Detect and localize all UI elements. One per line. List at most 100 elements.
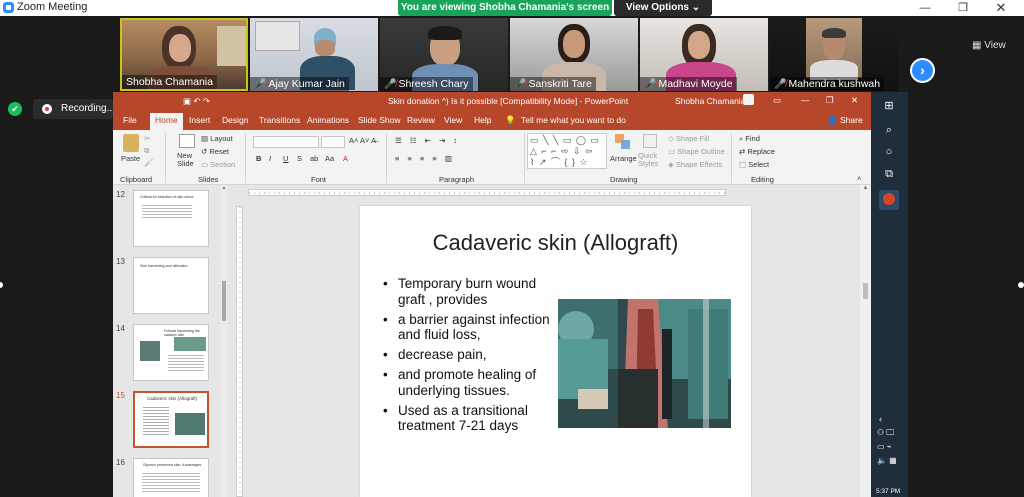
powerpoint-taskbar-icon[interactable] (879, 190, 899, 210)
thumbnail-text-lines (143, 407, 169, 437)
ppt-title-bar: ▣ ↶ ↷ Skin donation ^) Is it possible [C… (113, 92, 871, 110)
copy-icon[interactable]: ⧉ (144, 146, 149, 156)
italic-button[interactable]: I (269, 154, 271, 163)
participant-tile[interactable]: 🎤̸ Sanskriti Tare (510, 18, 638, 91)
font-name-input[interactable] (253, 136, 319, 148)
slide-bullet-list[interactable]: Temporary burn wound graft , provides a … (381, 276, 561, 438)
task-view-icon[interactable]: ⧉ (881, 166, 897, 182)
quick-styles-button[interactable]: Quick Styles (638, 152, 664, 168)
font-color-button[interactable]: A (343, 154, 348, 163)
participant-tile[interactable]: Shobha Chamania (120, 18, 248, 91)
system-tray: ‹ ⚇ 🖵 ▭ ⌁ 🔈 ▦ 5:37 PM (871, 412, 908, 497)
slide-thumbnail[interactable]: Glycerol preserved skin: Advantages (133, 458, 209, 497)
shapes-gallery[interactable]: ▭ ╲ ╲ ▭ ◯ ▭ △ ⌐ ⌐ ⇨ ⇩ ⇦ ⌇ ↗ ⌒ { } ☆ (527, 133, 607, 169)
select-button[interactable]: ⬚ Select (739, 160, 769, 169)
font-size-icons[interactable]: A˄ A˅ A̶ (349, 136, 376, 145)
replace-button[interactable]: ⇄ Replace (739, 147, 775, 156)
current-slide[interactable]: Cadaveric skin (Allograft) Temporary bur… (360, 206, 751, 497)
slide-thumbnail[interactable]: Criteria for selection of skin donor (133, 190, 209, 247)
user-name[interactable]: Shobha Chamania (675, 96, 745, 106)
tab-design[interactable]: Design (222, 115, 248, 125)
strikethrough-button[interactable]: S (297, 154, 302, 163)
participant-tile[interactable]: 🎤̸ Shreesh Chary (380, 18, 508, 91)
tab-transitions[interactable]: Transitions (259, 115, 300, 125)
ruler-ticks (249, 192, 727, 194)
close-icon[interactable]: ✕ (851, 95, 858, 106)
thumbnail-scroll-thumb[interactable] (222, 281, 226, 321)
maximize-button[interactable]: ❐ (948, 0, 978, 16)
collapse-ribbon-icon[interactable]: ˄ (857, 174, 861, 183)
next-page-icon[interactable]: › (910, 58, 935, 83)
ribbon-display-icon[interactable]: ▭ (773, 95, 781, 106)
minimize-button[interactable]: — (910, 0, 940, 16)
battery-icon[interactable]: ▭ ⌁ (877, 442, 892, 451)
surgery-photo[interactable] (558, 299, 731, 428)
change-case-button[interactable]: Aa (325, 154, 334, 163)
cut-icon[interactable]: ✂ (144, 134, 150, 143)
char-spacing-button[interactable]: ab (310, 154, 318, 163)
slide-thumbnail-selected[interactable]: Cadaveric skin (Allograft) (133, 391, 209, 448)
participant-tile[interactable]: 🎤̸ Mahendra kushwah (770, 18, 898, 91)
new-slide-button[interactable]: New Slide (177, 152, 199, 168)
tab-help[interactable]: Help (474, 115, 491, 125)
slide-title[interactable]: Cadaveric skin (Allograft) (360, 230, 751, 256)
share-button[interactable]: Share (840, 115, 863, 125)
section-button[interactable]: ▭ Section (201, 160, 235, 169)
close-button[interactable]: ✕ (986, 0, 1016, 16)
format-painter-icon[interactable]: 🖌 (144, 158, 154, 167)
shape-effects-button[interactable]: ◈ Shape Effects (668, 160, 722, 169)
layout-button[interactable]: ▤ Layout (201, 134, 233, 143)
tab-insert[interactable]: Insert (189, 115, 210, 125)
recording-label: Recording... (61, 103, 115, 114)
clock-time[interactable]: 5:37 PM (876, 488, 900, 495)
tab-view[interactable]: View (444, 115, 462, 125)
paste-button[interactable]: Paste (121, 154, 140, 163)
security-shield-icon[interactable]: ✔ (8, 102, 22, 116)
tab-home[interactable]: Home (150, 113, 183, 130)
underline-button[interactable]: U (283, 154, 288, 163)
font-size-input[interactable] (321, 136, 345, 148)
record-dot-icon (42, 104, 52, 114)
restore-icon[interactable]: ❐ (826, 95, 834, 106)
tab-slide-show[interactable]: Slide Show (358, 115, 401, 125)
list-buttons[interactable]: ☰ ☷ ⇤ ⇥ ↕ (395, 136, 460, 145)
window-edge-handle[interactable] (0, 282, 3, 288)
windows-start-icon[interactable]: ⊞ (881, 98, 897, 114)
cortana-icon[interactable]: ○ (881, 144, 897, 160)
arrange-icon (615, 134, 631, 150)
participant-tile[interactable]: 🎤̸ Ajay Kumar Jain (250, 18, 378, 91)
tab-file[interactable]: File (123, 115, 137, 125)
scroll-up-icon[interactable]: ▲ (860, 185, 871, 191)
participant-tile[interactable]: 🎤̸ Madhavi Moyde (640, 18, 768, 91)
network-icon[interactable]: ⚇ 🖵 (877, 428, 894, 438)
window-edge-handle[interactable] (1018, 282, 1024, 288)
arrange-button[interactable]: Arrange (610, 154, 637, 163)
save-icon[interactable]: ▣ ↶ ↷ (183, 96, 210, 107)
shape-outline-button[interactable]: ▭ Shape Outline (668, 147, 725, 156)
volume-icon[interactable]: 🔈 ▦ (877, 456, 897, 465)
thumbnail-title: Cadaveric skin (Allograft) (146, 396, 198, 401)
tab-animations[interactable]: Animations (307, 115, 349, 125)
tell-me-search[interactable]: Tell me what you want to do (521, 115, 626, 125)
slide-thumbnail[interactable]: Skin harvesting and utilization (133, 257, 209, 314)
quick-styles-icon (643, 134, 657, 148)
participant-name: 🎤̸ Shreesh Chary (380, 77, 473, 91)
align-buttons[interactable]: ≡ ≡ ≡ ≡ ▥ (395, 154, 455, 163)
shape-fill-button[interactable]: ◇ Shape Fill (668, 134, 709, 143)
slide-scroll-thumb[interactable] (863, 283, 868, 299)
search-icon[interactable]: ⌕ (881, 122, 897, 138)
slide-thumbnail[interactable]: Follows harvesting the cadaver skin (133, 324, 209, 381)
bullet-item: decrease pain, (381, 347, 561, 363)
view-layout-button[interactable]: ▦ View (972, 40, 1006, 51)
bullet-item: and promote healing of underlying tissue… (381, 367, 561, 399)
slide-scrollbar[interactable]: ▲ (860, 185, 871, 497)
avatar[interactable] (743, 94, 754, 105)
find-button[interactable]: ⌕ Find (739, 134, 760, 144)
chevron-left-icon[interactable]: ‹ (879, 414, 882, 424)
replace-icon: ⇄ (739, 147, 746, 156)
reset-button[interactable]: ↺ Reset (201, 147, 229, 156)
bold-button[interactable]: B (256, 154, 261, 163)
minimize-icon[interactable]: — (801, 95, 810, 105)
tab-review[interactable]: Review (407, 115, 435, 125)
view-options-button[interactable]: View Options ⌄ (614, 0, 712, 16)
